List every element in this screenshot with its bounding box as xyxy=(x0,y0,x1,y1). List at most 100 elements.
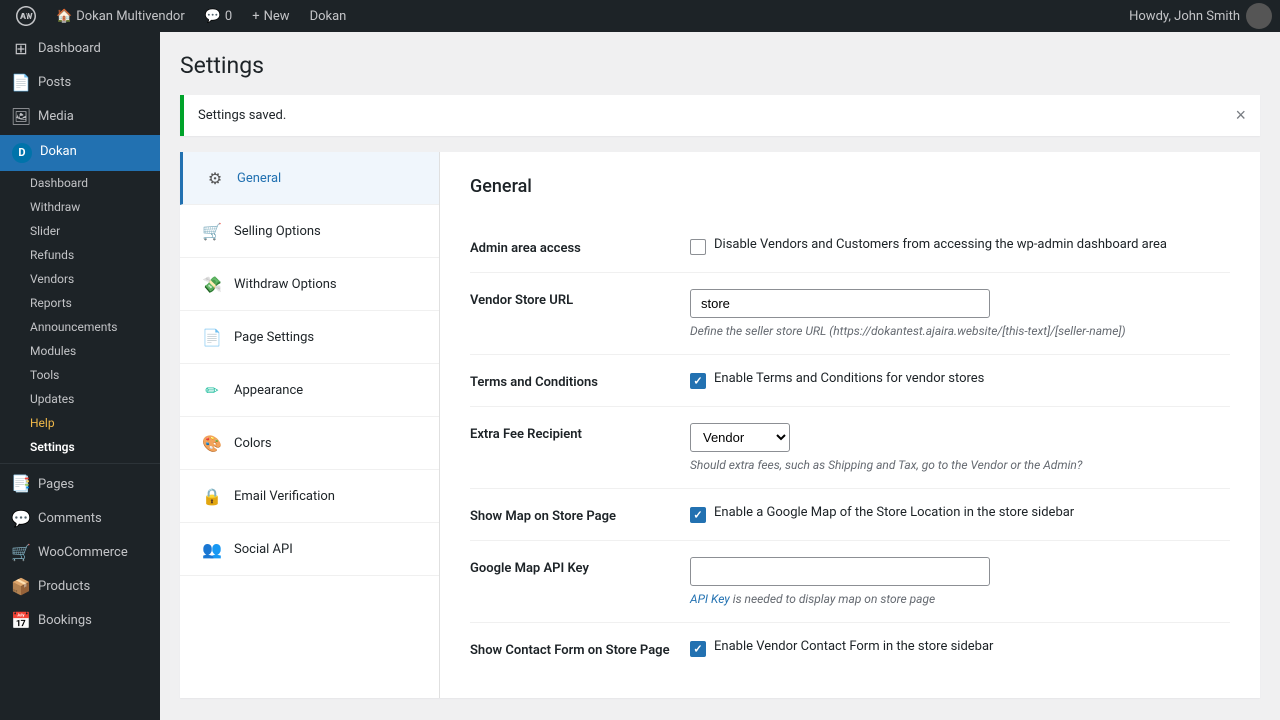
admin-sidebar: ⊞ Dashboard 📄 Posts 🖼 Media D Dokan Dash… xyxy=(0,32,160,720)
sidebar-item-pages[interactable]: 📑 Pages xyxy=(0,468,160,502)
admin-access-checkbox[interactable] xyxy=(690,239,706,255)
appearance-icon: ✏ xyxy=(200,378,224,402)
field-store-url: Define the seller store URL (https://dok… xyxy=(690,289,1230,338)
sidebar-item-bookings[interactable]: 📅 Bookings xyxy=(0,604,160,638)
settings-nav-selling-options[interactable]: 🛒 Selling Options xyxy=(180,205,439,258)
form-row-admin-access: Admin area access Disable Vendors and Cu… xyxy=(470,221,1230,273)
settings-container: ⚙ General 🛒 Selling Options 💸 Withdraw O… xyxy=(180,152,1260,698)
wp-logo-button[interactable] xyxy=(8,0,44,32)
submenu-tools[interactable]: Tools xyxy=(0,363,160,387)
form-row-store-url: Vendor Store URL Define the seller store… xyxy=(470,273,1230,355)
avatar[interactable] xyxy=(1246,3,1272,29)
media-icon: 🖼 xyxy=(12,108,30,126)
checkbox-label-contact-form[interactable]: Enable Vendor Contact Form in the store … xyxy=(690,639,1230,657)
sidebar-item-comments[interactable]: 💬 Comments xyxy=(0,502,160,536)
sidebar-item-dokan[interactable]: D Dokan xyxy=(0,135,160,171)
settings-section-title: General xyxy=(470,176,1230,197)
field-contact-form: Enable Vendor Contact Form in the store … xyxy=(690,639,1230,657)
submenu-settings[interactable]: Settings xyxy=(0,435,160,459)
sidebar-item-posts[interactable]: 📄 Posts xyxy=(0,66,160,100)
checkbox-label-terms[interactable]: Enable Terms and Conditions for vendor s… xyxy=(690,371,1230,389)
field-label-google-api: Google Map API Key xyxy=(470,557,670,576)
api-key-link[interactable]: API Key xyxy=(690,592,730,606)
submenu-withdraw[interactable]: Withdraw xyxy=(0,195,160,219)
sidebar-products-label: Products xyxy=(38,578,90,596)
sidebar-media-label: Media xyxy=(38,108,74,126)
sidebar-separator xyxy=(0,463,160,464)
settings-nav-withdraw-options[interactable]: 💸 Withdraw Options xyxy=(180,258,439,311)
field-extra-fee: Vendor Admin Should extra fees, such as … xyxy=(690,423,1230,472)
store-url-input[interactable] xyxy=(690,289,990,318)
settings-nav-appearance[interactable]: ✏ Appearance xyxy=(180,364,439,417)
settings-nav-social-api[interactable]: 👥 Social API xyxy=(180,523,439,576)
settings-nav-page-settings[interactable]: 📄 Page Settings xyxy=(180,311,439,364)
checkbox-label-show-map[interactable]: Enable a Google Map of the Store Locatio… xyxy=(690,505,1230,523)
submenu-slider[interactable]: Slider xyxy=(0,219,160,243)
google-api-key-input[interactable] xyxy=(690,557,990,586)
sidebar-item-dashboard[interactable]: ⊞ Dashboard xyxy=(0,32,160,66)
pages-icon: 📑 xyxy=(12,476,30,494)
comments-sidebar-icon: 💬 xyxy=(12,510,30,528)
new-content-button[interactable]: + New xyxy=(244,0,297,32)
settings-nav-social-label: Social API xyxy=(234,542,293,557)
selling-icon: 🛒 xyxy=(200,219,224,243)
show-map-checkbox[interactable] xyxy=(690,507,706,523)
bookings-icon: 📅 xyxy=(12,612,30,630)
site-name-button[interactable]: 🏠 Dokan Multivendor xyxy=(48,0,193,32)
contact-form-checkbox[interactable] xyxy=(690,641,706,657)
settings-nav-email-verification[interactable]: 🔒 Email Verification xyxy=(180,470,439,523)
email-icon: 🔒 xyxy=(200,484,224,508)
submenu-dashboard[interactable]: Dashboard xyxy=(0,171,160,195)
submenu-vendors[interactable]: Vendors xyxy=(0,267,160,291)
plugin-button[interactable]: Dokan xyxy=(302,0,355,32)
comments-button[interactable]: 💬 0 xyxy=(197,0,241,32)
submenu-reports[interactable]: Reports xyxy=(0,291,160,315)
form-row-extra-fee: Extra Fee Recipient Vendor Admin Should … xyxy=(470,407,1230,489)
posts-icon: 📄 xyxy=(12,74,30,92)
submenu-announcements[interactable]: Announcements xyxy=(0,315,160,339)
social-icon: 👥 xyxy=(200,537,224,561)
dokan-icon: D xyxy=(12,143,32,163)
admin-access-text: Disable Vendors and Customers from acces… xyxy=(714,237,1167,252)
settings-nav-page-label: Page Settings xyxy=(234,330,314,345)
sidebar-item-products[interactable]: 📦 Products xyxy=(0,570,160,604)
site-name: Dokan Multivendor xyxy=(76,9,185,24)
sidebar-dokan-label: Dokan xyxy=(40,143,77,161)
submenu-modules[interactable]: Modules xyxy=(0,339,160,363)
settings-nav-general[interactable]: ⚙ General xyxy=(180,152,439,205)
extra-fee-select[interactable]: Vendor Admin xyxy=(690,423,790,452)
sidebar-comments-label: Comments xyxy=(38,510,102,528)
form-row-contact-form: Show Contact Form on Store Page Enable V… xyxy=(470,623,1230,674)
submenu-updates[interactable]: Updates xyxy=(0,387,160,411)
settings-nav-colors[interactable]: 🎨 Colors xyxy=(180,417,439,470)
general-icon: ⚙ xyxy=(203,166,227,190)
page-icon: 📄 xyxy=(200,325,224,349)
submenu-help[interactable]: Help xyxy=(0,411,160,435)
main-content: Settings Settings saved. × ⚙ General 🛒 S… xyxy=(160,32,1280,720)
field-label-contact-form: Show Contact Form on Store Page xyxy=(470,639,670,658)
plugin-label: Dokan xyxy=(310,9,347,24)
sidebar-dashboard-label: Dashboard xyxy=(38,40,101,58)
admin-bar: 🏠 Dokan Multivendor 💬 0 + New Dokan Howd… xyxy=(0,0,1280,32)
dashboard-icon: ⊞ xyxy=(12,40,30,58)
terms-text: Enable Terms and Conditions for vendor s… xyxy=(714,371,984,386)
settings-nav: ⚙ General 🛒 Selling Options 💸 Withdraw O… xyxy=(180,152,440,698)
terms-checkbox[interactable] xyxy=(690,373,706,389)
field-label-show-map: Show Map on Store Page xyxy=(470,505,670,524)
withdraw-icon: 💸 xyxy=(200,272,224,296)
form-row-show-map: Show Map on Store Page Enable a Google M… xyxy=(470,489,1230,541)
notice-close-button[interactable]: × xyxy=(1235,105,1246,126)
sidebar-item-media[interactable]: 🖼 Media xyxy=(0,100,160,134)
settings-nav-withdraw-label: Withdraw Options xyxy=(234,277,337,292)
settings-saved-notice: Settings saved. × xyxy=(180,95,1260,136)
contact-form-text: Enable Vendor Contact Form in the store … xyxy=(714,639,993,654)
sidebar-item-woocommerce[interactable]: 🛒 WooCommerce xyxy=(0,536,160,570)
sidebar-bookings-label: Bookings xyxy=(38,612,92,630)
new-label: New xyxy=(264,9,290,24)
checkbox-label-admin-access[interactable]: Disable Vendors and Customers from acces… xyxy=(690,237,1230,255)
store-url-description: Define the seller store URL (https://dok… xyxy=(690,324,1230,338)
colors-icon: 🎨 xyxy=(200,431,224,455)
field-google-api: API Key is needed to display map on stor… xyxy=(690,557,1230,606)
products-icon: 📦 xyxy=(12,578,30,596)
submenu-refunds[interactable]: Refunds xyxy=(0,243,160,267)
